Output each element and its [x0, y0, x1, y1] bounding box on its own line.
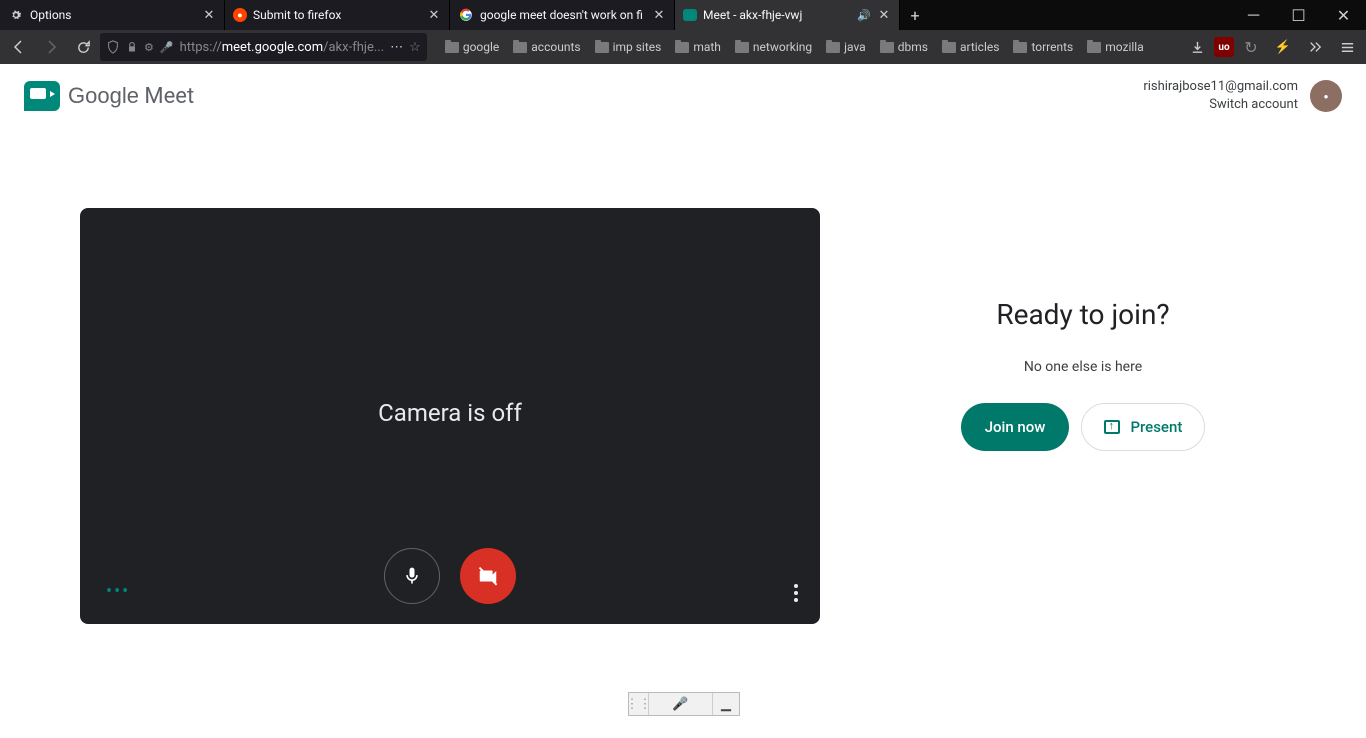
more-options-right[interactable]	[794, 584, 798, 602]
bookmark-google[interactable]: google	[439, 40, 505, 54]
tab-title: Meet - akx-fhje-vwj	[703, 8, 851, 22]
meet-icon	[683, 9, 697, 21]
avatar[interactable]: ●	[1310, 80, 1342, 112]
ublock-icon[interactable]: uo	[1214, 37, 1234, 57]
join-title: Ready to join?	[996, 298, 1169, 331]
overlay-mic-icon[interactable]: 🎤	[649, 693, 713, 715]
system-mic-overlay[interactable]: ⋮⋮ 🎤 ▁	[628, 692, 740, 716]
tab-title: Submit to firefox	[253, 8, 421, 22]
audio-icon[interactable]: 🔊	[857, 9, 871, 22]
meet-logo-icon	[24, 81, 60, 111]
bookmark-articles[interactable]: articles	[936, 40, 1006, 54]
folder-icon	[880, 42, 894, 53]
minimize-button[interactable]: ─	[1231, 0, 1276, 30]
google-icon	[458, 7, 474, 23]
new-tab-button[interactable]: +	[900, 0, 930, 30]
tab-bar: Options ✕ ● Submit to firefox ✕ google m…	[0, 0, 1366, 30]
close-window-button[interactable]: ✕	[1321, 0, 1366, 30]
close-icon[interactable]: ✕	[877, 8, 891, 22]
bookmark-imp-sites[interactable]: imp sites	[589, 40, 668, 54]
window-controls: ─ ☐ ✕	[1231, 0, 1366, 30]
gear-icon	[8, 7, 24, 23]
shield-icon	[106, 40, 120, 54]
close-icon[interactable]: ✕	[652, 8, 666, 22]
logo-text: Google Meet	[68, 83, 194, 109]
reload-button[interactable]	[68, 32, 98, 62]
bookmark-torrents[interactable]: torrents	[1007, 40, 1079, 54]
mic-blocked-icon[interactable]: 🎤	[160, 41, 174, 54]
folder-icon	[1087, 42, 1101, 53]
downloads-icon[interactable]	[1182, 32, 1212, 62]
tab-reddit[interactable]: ● Submit to firefox ✕	[225, 0, 450, 30]
bookmark-networking[interactable]: networking	[729, 40, 818, 54]
page-actions-icon[interactable]: ⋯	[390, 40, 403, 55]
tab-title: Options	[30, 8, 196, 22]
close-icon[interactable]: ✕	[202, 8, 216, 22]
back-button[interactable]	[4, 32, 34, 62]
camera-button[interactable]	[460, 548, 516, 604]
microphone-button[interactable]	[384, 548, 440, 604]
logo[interactable]: Google Meet	[24, 81, 194, 111]
bookmark-accounts[interactable]: accounts	[507, 40, 586, 54]
camera-status: Camera is off	[378, 400, 522, 428]
reddit-icon: ●	[233, 8, 247, 22]
folder-icon	[513, 42, 527, 53]
join-status: No one else is here	[1024, 359, 1142, 375]
maximize-button[interactable]: ☐	[1276, 0, 1321, 30]
video-preview: Camera is off •••	[80, 208, 820, 624]
page-header: Google Meet rishirajbose11@gmail.com Swi…	[0, 64, 1366, 128]
menu-button[interactable]	[1332, 32, 1362, 62]
join-now-button[interactable]: Join now	[961, 403, 1070, 451]
bookmark-math[interactable]: math	[669, 40, 727, 54]
folder-icon	[826, 42, 840, 53]
tab-meet[interactable]: Meet - akx-fhje-vwj 🔊 ✕	[675, 0, 900, 30]
close-icon[interactable]: ✕	[427, 8, 441, 22]
tab-title: google meet doesn't work on fi	[480, 8, 646, 22]
sync-icon[interactable]: ↻	[1236, 32, 1266, 62]
bookmark-star-icon[interactable]: ☆	[409, 40, 421, 55]
bookmark-mozilla[interactable]: mozilla	[1081, 40, 1150, 54]
overflow-icon[interactable]	[1300, 32, 1330, 62]
switch-account-link[interactable]: Switch account	[1143, 96, 1298, 114]
account-area: rishirajbose11@gmail.com Switch account …	[1143, 78, 1342, 114]
forward-button[interactable]	[36, 32, 66, 62]
overlay-minimize-icon[interactable]: ▁	[713, 693, 739, 715]
present-label: Present	[1130, 418, 1182, 436]
join-panel: Ready to join? No one else is here Join …	[880, 208, 1286, 451]
nav-bar: ⚙ 🎤 https://meet.google.com/akx-fhje... …	[0, 30, 1366, 64]
bookmark-dbms[interactable]: dbms	[874, 40, 934, 54]
permissions-icon[interactable]: ⚙	[144, 41, 154, 54]
url-bar[interactable]: ⚙ 🎤 https://meet.google.com/akx-fhje... …	[100, 33, 427, 61]
folder-icon	[735, 42, 749, 53]
bookmark-java[interactable]: java	[820, 40, 872, 54]
tab-google-search[interactable]: google meet doesn't work on fi ✕	[450, 0, 675, 30]
folder-icon	[595, 42, 609, 53]
sidebar-icon[interactable]: ⚡	[1268, 32, 1298, 62]
folder-icon	[445, 42, 459, 53]
more-options-left[interactable]: •••	[106, 581, 130, 602]
folder-icon	[675, 42, 689, 53]
folder-icon	[942, 42, 956, 53]
account-email: rishirajbose11@gmail.com	[1143, 78, 1298, 96]
present-icon	[1104, 420, 1120, 434]
lock-icon	[126, 41, 138, 53]
overlay-drag-icon[interactable]: ⋮⋮	[629, 693, 649, 715]
folder-icon	[1013, 42, 1027, 53]
present-button[interactable]: Present	[1081, 403, 1205, 451]
tab-options[interactable]: Options ✕	[0, 0, 225, 30]
url-text: https://meet.google.com/akx-fhje...	[180, 40, 385, 55]
